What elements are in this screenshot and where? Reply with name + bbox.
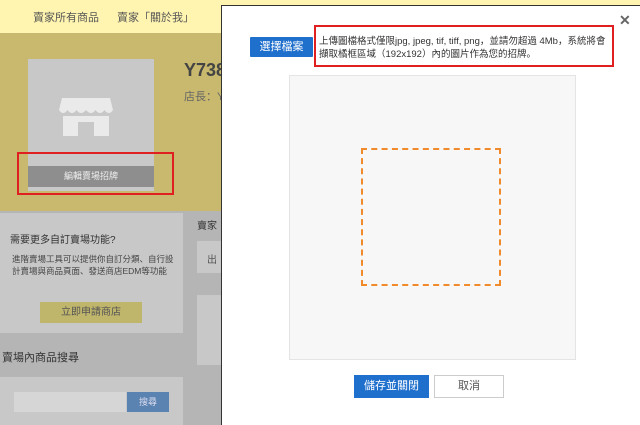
store-title: Y738 — [184, 60, 227, 80]
store-owner: 店長：Y — [184, 91, 225, 103]
store-search-button[interactable]: 搜尋 — [127, 392, 169, 412]
save-and-close-button[interactable]: 儲存並關閉 — [354, 375, 429, 398]
cancel-button[interactable]: 取消 — [434, 375, 504, 398]
apply-store-button[interactable]: 立即申請商店 — [40, 302, 142, 323]
hint-highlight — [314, 25, 614, 67]
store-search-input[interactable] — [14, 392, 126, 412]
seller-section-panel: 出 — [197, 241, 222, 273]
nav-all-products[interactable]: 賣家所有商品 — [33, 9, 99, 25]
custom-store-question: 需要更多自訂賣場功能? — [10, 235, 116, 246]
store-icon — [59, 98, 113, 136]
store-search-title: 賣場內商品搜尋 — [2, 352, 79, 364]
edit-button-highlight — [17, 152, 174, 195]
choose-file-button[interactable]: 選擇檔案 — [250, 37, 313, 57]
nav-about-seller[interactable]: 賣家「關於我」 — [117, 9, 194, 25]
custom-store-description: 進階賣場工具可以提供你自訂分類、自行設計賣場與商品頁面、發送商店EDM等功能 — [12, 254, 174, 276]
close-icon[interactable]: ✕ — [619, 13, 631, 27]
seller-section-panel-2 — [197, 295, 222, 365]
seller-section-item: 出 — [207, 255, 217, 266]
seller-section-label: 賣家 — [197, 221, 217, 232]
crop-area-frame[interactable] — [361, 148, 501, 286]
